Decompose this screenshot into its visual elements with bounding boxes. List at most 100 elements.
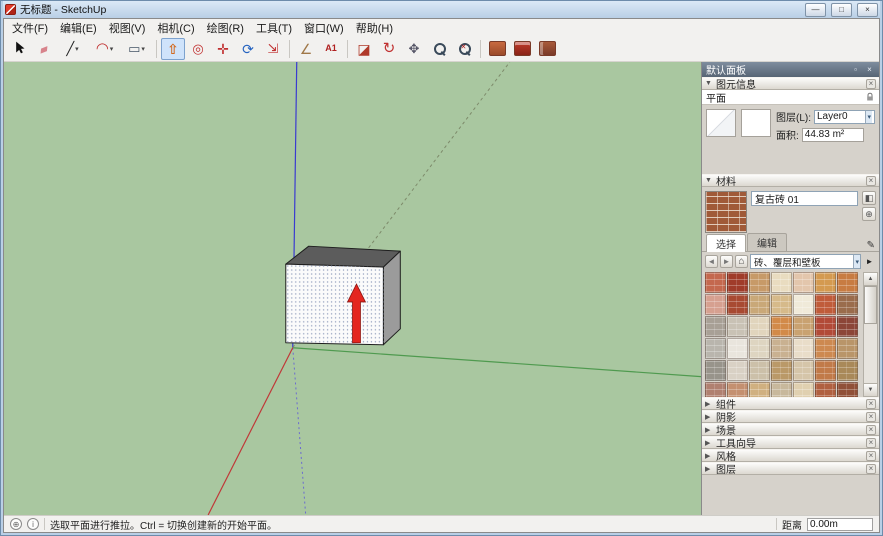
material-swatch[interactable] xyxy=(771,360,792,381)
arc-tool[interactable]: ◠▾ xyxy=(89,38,120,60)
orbit-tool[interactable]: ↻ xyxy=(377,38,401,60)
tape-measure-tool[interactable]: ∠ xyxy=(294,38,318,60)
material-swatch[interactable] xyxy=(727,382,748,397)
select-tool[interactable] xyxy=(7,38,31,60)
lock-icon[interactable] xyxy=(865,92,875,102)
material-swatch[interactable] xyxy=(837,382,858,397)
material-swatch[interactable] xyxy=(705,338,726,359)
tab-edit[interactable]: 编辑 xyxy=(747,233,787,251)
material-swatch[interactable] xyxy=(771,316,792,337)
material-swatch[interactable] xyxy=(815,272,836,293)
category-dropdown[interactable]: 砖、覆层和壁板 ▾ xyxy=(750,254,861,269)
chevron-down-icon[interactable]: ▾ xyxy=(141,45,145,53)
material-swatch[interactable] xyxy=(837,338,858,359)
material-swatch[interactable] xyxy=(727,294,748,315)
material-swatch[interactable] xyxy=(771,272,792,293)
pan-tool[interactable]: ✥ xyxy=(402,38,426,60)
tab-select[interactable]: 选择 xyxy=(706,234,746,252)
material-swatch[interactable] xyxy=(705,294,726,315)
chevron-down-icon[interactable]: ▾ xyxy=(110,45,114,53)
material-swatch[interactable] xyxy=(771,382,792,397)
material-swatch[interactable] xyxy=(705,382,726,397)
panel-menu-icon[interactable]: ▫ xyxy=(850,65,861,74)
layer-dropdown[interactable]: Layer0 ▾ xyxy=(814,110,875,124)
material-swatch[interactable] xyxy=(815,360,836,381)
line-tool[interactable]: ╱▾ xyxy=(57,38,88,60)
material-swatch[interactable] xyxy=(749,338,770,359)
material-swatch[interactable] xyxy=(771,338,792,359)
geolocation-icon[interactable]: ⊕ xyxy=(10,518,22,530)
scroll-up-icon[interactable]: ▲ xyxy=(864,273,877,286)
material-swatch[interactable] xyxy=(727,316,748,337)
zoom-extents-tool[interactable]: ✕ xyxy=(452,38,476,60)
material-swatch[interactable] xyxy=(793,382,814,397)
material-swatch[interactable] xyxy=(749,316,770,337)
push-pull-tool[interactable]: ⇧ xyxy=(161,38,185,60)
material-swatch[interactable] xyxy=(815,338,836,359)
materials-header[interactable]: ▼ 材料 × xyxy=(702,174,879,187)
material-swatch[interactable] xyxy=(705,316,726,337)
material-swatch[interactable] xyxy=(749,272,770,293)
section-close-icon[interactable]: × xyxy=(866,425,876,435)
section-close-icon[interactable]: × xyxy=(866,438,876,448)
dimension-tool[interactable]: A1 xyxy=(319,38,343,60)
maximize-button[interactable]: □ xyxy=(831,3,852,17)
material-swatch[interactable] xyxy=(815,294,836,315)
add-location-tool[interactable] xyxy=(485,38,509,60)
material-swatch[interactable] xyxy=(749,294,770,315)
material-preview[interactable] xyxy=(705,191,747,233)
paint-bucket-tool[interactable]: ◪ xyxy=(352,38,376,60)
section-close-icon[interactable]: × xyxy=(866,79,876,89)
display-secondary-pane-icon[interactable]: ◧ xyxy=(862,191,876,205)
menu-camera[interactable]: 相机(C) xyxy=(151,19,200,37)
entity-info-header[interactable]: ▼ 图元信息 × xyxy=(702,77,879,90)
section-close-icon[interactable]: × xyxy=(866,399,876,409)
share-model-tool[interactable] xyxy=(535,38,559,60)
material-swatch[interactable] xyxy=(727,272,748,293)
material-swatch[interactable] xyxy=(837,294,858,315)
material-swatch[interactable] xyxy=(793,338,814,359)
back-arrow-icon[interactable]: ◄ xyxy=(705,255,718,268)
swatch-scrollbar[interactable]: ▲ ▼ xyxy=(863,272,878,397)
eraser-tool[interactable]: ▰ xyxy=(32,38,56,60)
measure-input[interactable] xyxy=(807,518,873,531)
get-models-tool[interactable] xyxy=(510,38,534,60)
menu-tools[interactable]: 工具(T) xyxy=(250,19,298,37)
material-swatch[interactable] xyxy=(727,360,748,381)
material-swatch[interactable] xyxy=(793,294,814,315)
material-name-field[interactable]: 复古砖 01 xyxy=(751,191,858,206)
menu-edit[interactable]: 编辑(E) xyxy=(54,19,103,37)
material-swatch[interactable] xyxy=(705,272,726,293)
scroll-down-icon[interactable]: ▼ xyxy=(864,383,877,396)
move-tool[interactable]: ✛ xyxy=(211,38,235,60)
offset-tool[interactable]: ◎ xyxy=(186,38,210,60)
create-material-icon[interactable]: ⊕ xyxy=(862,207,876,221)
material-swatch[interactable] xyxy=(793,272,814,293)
material-swatch[interactable] xyxy=(837,360,858,381)
menu-window[interactable]: 窗口(W) xyxy=(298,19,350,37)
material-swatch[interactable] xyxy=(815,382,836,397)
face-front-thumbnail[interactable] xyxy=(706,109,736,137)
material-swatch[interactable] xyxy=(771,294,792,315)
sample-paint-dropper-icon[interactable]: ✎ xyxy=(867,240,875,251)
menu-view[interactable]: 视图(V) xyxy=(103,19,152,37)
scrollbar-track[interactable] xyxy=(864,286,877,383)
forward-arrow-icon[interactable]: ► xyxy=(720,255,733,268)
menu-draw[interactable]: 绘图(R) xyxy=(201,19,250,37)
info-icon[interactable]: i xyxy=(27,518,39,530)
scrollbar-thumb[interactable] xyxy=(864,286,877,324)
panel-close-icon[interactable]: × xyxy=(864,65,875,74)
zoom-tool[interactable] xyxy=(427,38,451,60)
paint-arrow-icon[interactable]: ► xyxy=(863,255,876,268)
section-close-icon[interactable]: × xyxy=(866,412,876,422)
section-close-icon[interactable]: × xyxy=(866,464,876,474)
material-swatch[interactable] xyxy=(837,272,858,293)
material-swatch[interactable] xyxy=(727,338,748,359)
rotate-tool[interactable]: ⟳ xyxy=(236,38,260,60)
rectangle-tool[interactable]: ▭▾ xyxy=(121,38,152,60)
panel-section-header[interactable]: ▶ 图层 × xyxy=(702,462,879,475)
menu-help[interactable]: 帮助(H) xyxy=(350,19,399,37)
material-swatch[interactable] xyxy=(749,360,770,381)
viewport[interactable] xyxy=(4,62,702,515)
face-back-thumbnail[interactable] xyxy=(741,109,771,137)
